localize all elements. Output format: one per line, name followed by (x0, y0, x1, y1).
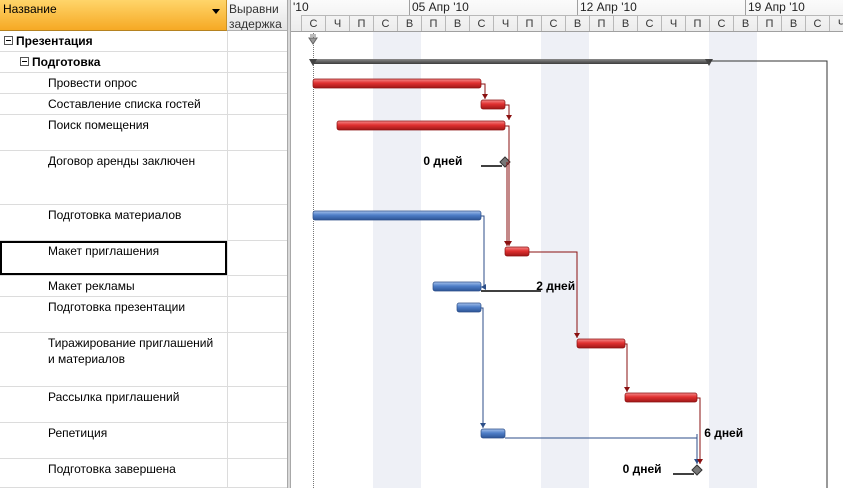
project-summary-marker (308, 37, 318, 45)
task-name: Подготовка презентации (48, 300, 186, 314)
table-row[interactable]: Рассылка приглашений (0, 387, 287, 423)
task-name: Презентация (16, 34, 93, 48)
column-header-leveling-line1: Выравни (229, 2, 279, 16)
task-name: Подготовка (32, 55, 101, 69)
summary-link-line (709, 60, 828, 488)
task-name: и материалов (48, 352, 125, 366)
task-table: Название Выравни задержка Презентация Под… (0, 0, 287, 488)
dependency-link (481, 215, 485, 288)
table-row[interactable]: Макет рекламы (0, 276, 287, 297)
dependency-link (529, 251, 578, 338)
task-bar[interactable] (312, 78, 482, 89)
dependency-arrow (480, 423, 486, 428)
column-divider (227, 297, 228, 332)
table-row[interactable]: Подготовка материалов (0, 205, 287, 241)
table-row[interactable]: Подготовка завершена (0, 459, 287, 488)
column-divider (227, 459, 228, 487)
gantt-chart: '10 05 Апр '10 12 Апр '10 19 Апр '10 С Ч П С В П В… (291, 0, 843, 488)
slack-label: 0 дней (423, 154, 462, 168)
column-divider (227, 52, 228, 72)
column-divider (227, 241, 228, 275)
column-divider (227, 94, 228, 114)
task-bar[interactable] (336, 120, 506, 131)
column-header-leveling[interactable]: Выравни задержка (227, 0, 287, 31)
task-name: Рассылка приглашений (48, 390, 180, 404)
column-divider (227, 151, 228, 204)
table-row[interactable]: Подготовка презентации (0, 297, 287, 333)
task-bar[interactable] (576, 338, 626, 349)
table-row[interactable]: Подготовка (0, 52, 287, 73)
column-divider (227, 333, 228, 386)
task-name: Макет рекламы (48, 279, 135, 293)
column-header-leveling-line2: задержка (229, 17, 282, 31)
task-name: Подготовка завершена (48, 462, 176, 476)
column-divider (227, 31, 228, 51)
task-bar[interactable] (624, 392, 698, 403)
column-divider (227, 276, 228, 296)
task-bar[interactable] (480, 428, 506, 439)
task-name: Составление списка гостей (48, 97, 201, 111)
column-divider (227, 423, 228, 458)
task-bar[interactable] (432, 281, 482, 292)
task-bar[interactable] (312, 210, 482, 221)
slack-label: 2 дней (536, 279, 575, 293)
dependency-arrow (574, 333, 580, 338)
column-divider (227, 387, 228, 422)
collapse-icon[interactable] (4, 36, 13, 45)
table-row[interactable]: Провести опрос (0, 73, 287, 94)
column-divider (227, 115, 228, 150)
filter-dropdown-icon[interactable] (212, 9, 220, 14)
column-header-name[interactable]: Название (0, 0, 227, 31)
task-name: Договор аренды заключен (48, 154, 196, 168)
table-row[interactable]: Поиск помещения (0, 115, 287, 151)
project-summary-bar[interactable] (310, 34, 316, 37)
column-divider (227, 73, 228, 93)
table-row[interactable]: Договор аренды заключен (0, 151, 287, 205)
table-row[interactable]: Презентация (0, 31, 287, 52)
task-name: Провести опрос (48, 76, 137, 90)
slack-label: 6 дней (704, 426, 743, 440)
task-bar[interactable] (504, 246, 530, 257)
collapse-icon[interactable] (20, 57, 29, 66)
task-name: Репетиция (48, 426, 108, 440)
task-name: Тиражирование приглашений (48, 336, 214, 350)
task-bar[interactable] (456, 302, 482, 313)
dependency-link (481, 307, 484, 428)
dependency-arrow (482, 94, 488, 99)
gantt-bars: 0 дней 2 дней 6 дней 0 дней (308, 34, 828, 488)
column-divider (227, 205, 228, 240)
task-name: Подготовка материалов (48, 208, 182, 222)
slack-label: 0 дней (623, 462, 662, 476)
task-name: Поиск помещения (48, 118, 149, 132)
summary-bar[interactable] (313, 59, 709, 64)
table-row[interactable]: Составление списка гостей (0, 94, 287, 115)
table-row[interactable]: Репетиция (0, 423, 287, 459)
task-bar[interactable] (480, 99, 506, 110)
dependency-arrow (624, 387, 630, 392)
dependency-link (625, 343, 628, 392)
column-header-name-label: Название (3, 2, 57, 16)
selected-cell[interactable] (0, 241, 227, 275)
dependency-arrow (506, 115, 512, 120)
table-row[interactable]: Тиражирование приглашений и материалов (0, 333, 287, 387)
